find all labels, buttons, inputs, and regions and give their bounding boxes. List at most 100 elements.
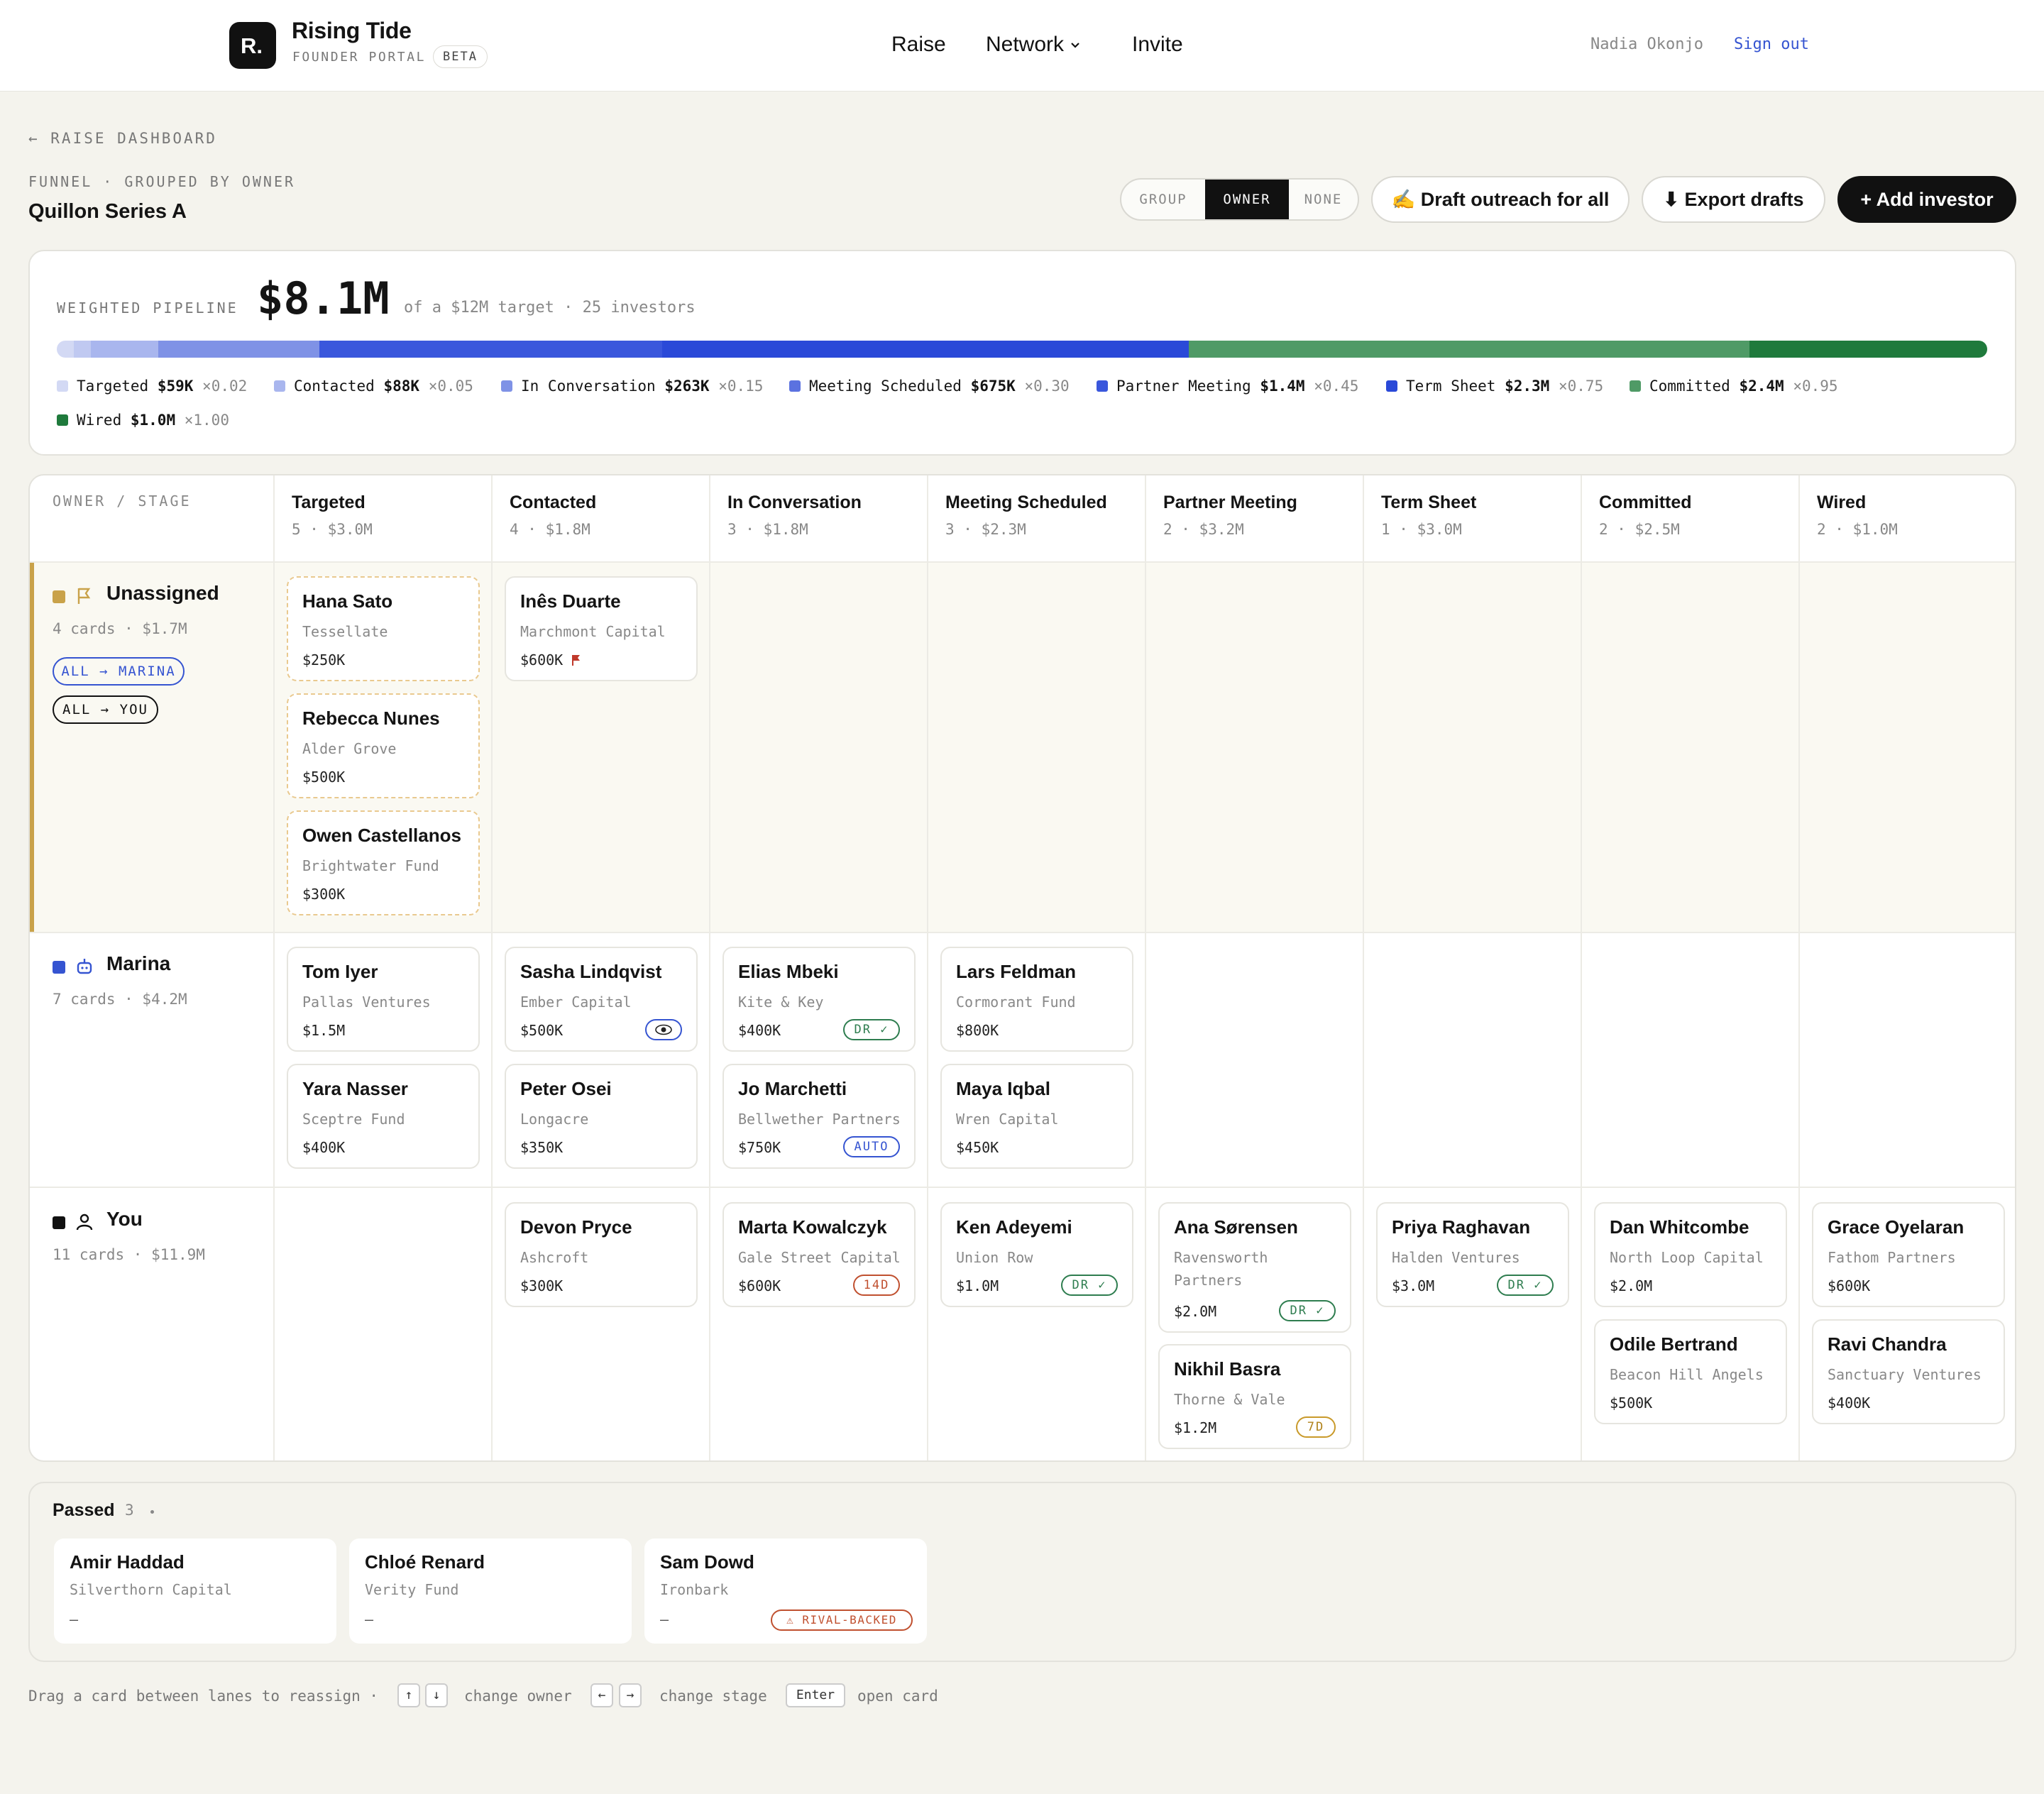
column-header-meeting-scheduled: Meeting Scheduled 3 · $2.3M xyxy=(928,475,1145,562)
column-header-committed: Committed 2 · $2.5M xyxy=(1581,475,1799,562)
collapse-dot-icon[interactable] xyxy=(150,1510,154,1514)
investor-card[interactable]: Ana Sørensen Ravensworth Partners $2.0M DR … xyxy=(1158,1202,1351,1333)
nav-raise[interactable]: Raise xyxy=(891,33,946,57)
owner-meta-you: 11 cards · $11.9M xyxy=(53,1246,205,1263)
brand-name: Rising Tide xyxy=(292,18,412,43)
board-corner-label: OWNER / STAGE xyxy=(53,492,192,510)
person-icon xyxy=(76,1214,93,1231)
draft-outreach-button[interactable]: ✍ Draft outreach for all xyxy=(1371,176,1630,223)
nav-network[interactable]: Network xyxy=(986,33,1081,57)
investor-firm: Silverthorn Capital xyxy=(70,1581,232,1598)
group-option-none[interactable]: NONE xyxy=(1289,180,1358,219)
passed-title: Passed xyxy=(53,1500,115,1520)
investor-card[interactable]: Marta Kowalczyk Gale Street Capital $600K 1… xyxy=(722,1202,916,1307)
investor-name: Sam Dowd xyxy=(660,1551,754,1573)
grid-line xyxy=(927,475,928,1460)
passed-card[interactable]: Chloé Renard Verity Fund – xyxy=(349,1539,632,1644)
grid-line xyxy=(30,1187,2015,1188)
investor-firm: Verity Fund xyxy=(365,1581,459,1598)
days-badge: 7D xyxy=(1296,1416,1336,1438)
investor-firm: Fathom Partners xyxy=(1828,1249,1956,1266)
investor-card[interactable]: Ravi Chandra Sanctuary Ventures $400K xyxy=(1812,1319,2005,1424)
owner-color-swatch xyxy=(53,590,65,603)
investor-card[interactable]: Yara Nasser Sceptre Fund $400K xyxy=(287,1064,480,1169)
legend-partner-meeting: Partner Meeting $1.4M ×0.45 xyxy=(1097,378,1358,395)
investor-card[interactable]: Tom Iyer Pallas Ventures $1.5M xyxy=(287,947,480,1052)
investor-firm: Ironbark xyxy=(660,1581,729,1598)
bar-segment-committed xyxy=(1189,341,1749,358)
investor-card[interactable]: Owen Castellanos Brightwater Fund $300K xyxy=(287,810,480,915)
investor-card[interactable]: Inês Duarte Marchmont Capital $600K xyxy=(505,576,698,681)
investor-name: Ana Sørensen xyxy=(1174,1216,1298,1238)
investor-name: Tom Iyer xyxy=(302,961,378,982)
investor-card[interactable]: Dan Whitcombe North Loop Capital $2.0M xyxy=(1594,1202,1787,1307)
investor-firm: Halden Ventures xyxy=(1392,1249,1520,1266)
investor-amount: $400K xyxy=(738,1022,781,1039)
column-header-partner-meeting: Partner Meeting 2 · $3.2M xyxy=(1145,475,1363,562)
investor-amount: $600K xyxy=(1828,1277,1871,1294)
legend-committed: Committed $2.4M ×0.95 xyxy=(1630,378,1838,395)
column-meta: 1 · $3.0M xyxy=(1381,521,1462,538)
investor-name: Grace Oyelaran xyxy=(1828,1216,1965,1238)
flag-icon xyxy=(572,655,581,666)
column-header-contacted: Contacted 4 · $1.8M xyxy=(492,475,710,562)
group-toggle-label: GROUP xyxy=(1139,192,1187,207)
assign-all-you-button[interactable]: ALL → YOU xyxy=(53,695,158,724)
investor-card[interactable]: Sasha Lindqvist Ember Capital $500K xyxy=(505,947,698,1052)
grid-line xyxy=(1581,475,1582,1460)
investor-card[interactable]: Grace Oyelaran Fathom Partners $600K xyxy=(1812,1202,2005,1307)
investor-name: Hana Sato xyxy=(302,590,393,612)
column-meta: 3 · $1.8M xyxy=(727,521,808,538)
column-name: Partner Meeting xyxy=(1163,492,1297,512)
investor-card[interactable]: Hana Sato Tessellate $250K xyxy=(287,576,480,681)
nav-invite[interactable]: Invite xyxy=(1132,33,1183,57)
legend-swatch xyxy=(789,380,801,392)
export-drafts-button[interactable]: ⬇ Export drafts xyxy=(1642,176,1825,223)
kanban-board: OWNER / STAGE Targeted 5 · $3.0M Contacte… xyxy=(28,474,2016,1462)
investor-amount: – xyxy=(70,1611,79,1628)
key-left: ← xyxy=(590,1683,613,1707)
investor-firm: Longacre xyxy=(520,1111,589,1128)
viewed-badge xyxy=(645,1019,682,1040)
investor-name: Devon Pryce xyxy=(520,1216,632,1238)
investor-name: Ravi Chandra xyxy=(1828,1333,1947,1355)
investor-amount: $1.2M xyxy=(1174,1419,1217,1436)
investor-card[interactable]: Odile Bertrand Beacon Hill Angels $500K xyxy=(1594,1319,1787,1424)
investor-amount: $300K xyxy=(302,886,346,903)
key-right: → xyxy=(619,1683,642,1707)
investor-amount: $300K xyxy=(520,1277,564,1294)
footer-change-owner: change owner xyxy=(464,1688,572,1705)
passed-card[interactable]: Amir Haddad Silverthorn Capital – xyxy=(54,1539,336,1644)
group-toggle: GROUP OWNER NONE xyxy=(1120,178,1359,221)
investor-amount: $3.0M xyxy=(1392,1277,1435,1294)
investor-card[interactable]: Nikhil Basra Thorne & Vale $1.2M 7D xyxy=(1158,1344,1351,1449)
investor-card[interactable]: Priya Raghavan Halden Ventures $3.0M DR ✓ xyxy=(1376,1202,1569,1307)
footer-change-stage: change stage xyxy=(659,1688,767,1705)
logo[interactable]: R. xyxy=(229,22,276,69)
passed-count: 3 xyxy=(125,1502,134,1519)
passed-card[interactable]: Sam Dowd Ironbark – ⚠ RIVAL-BACKED xyxy=(644,1539,927,1644)
investor-card[interactable]: Lars Feldman Cormorant Fund $800K xyxy=(940,947,1133,1052)
investor-card[interactable]: Ken Adeyemi Union Row $1.0M DR ✓ xyxy=(940,1202,1133,1307)
legend-swatch xyxy=(57,414,68,426)
investor-card[interactable]: Rebecca Nunes Alder Grove $500K xyxy=(287,693,480,798)
investor-card[interactable]: Peter Osei Longacre $350K xyxy=(505,1064,698,1169)
investor-card[interactable]: Maya Iqbal Wren Capital $450K xyxy=(940,1064,1133,1169)
flag-icon xyxy=(77,588,91,604)
investor-card[interactable]: Devon Pryce Ashcroft $300K xyxy=(505,1202,698,1307)
investor-firm: Union Row xyxy=(956,1249,1033,1266)
sign-out-link[interactable]: Sign out xyxy=(1734,35,1809,53)
group-option-owner[interactable]: OWNER xyxy=(1205,180,1289,219)
investor-firm: Gale Street Capital xyxy=(738,1249,901,1266)
investor-card[interactable]: Elias Mbeki Kite & Key $400K DR ✓ xyxy=(722,947,916,1052)
add-investor-button[interactable]: + Add investor xyxy=(1837,176,2016,223)
column-name: Wired xyxy=(1817,492,1867,512)
investor-amount: $600K xyxy=(520,651,581,668)
assign-all-marina-button[interactable]: ALL → MARINA xyxy=(53,657,185,686)
breadcrumb-back[interactable]: ← RAISE DASHBOARD xyxy=(28,130,217,147)
brand-subtitle: FOUNDER PORTAL xyxy=(292,50,427,65)
column-name: Committed xyxy=(1599,492,1692,512)
column-name: Term Sheet xyxy=(1381,492,1477,512)
grid-line xyxy=(30,932,2015,933)
investor-card[interactable]: Jo Marchetti Bellwether Partners $750K AUTO xyxy=(722,1064,916,1169)
